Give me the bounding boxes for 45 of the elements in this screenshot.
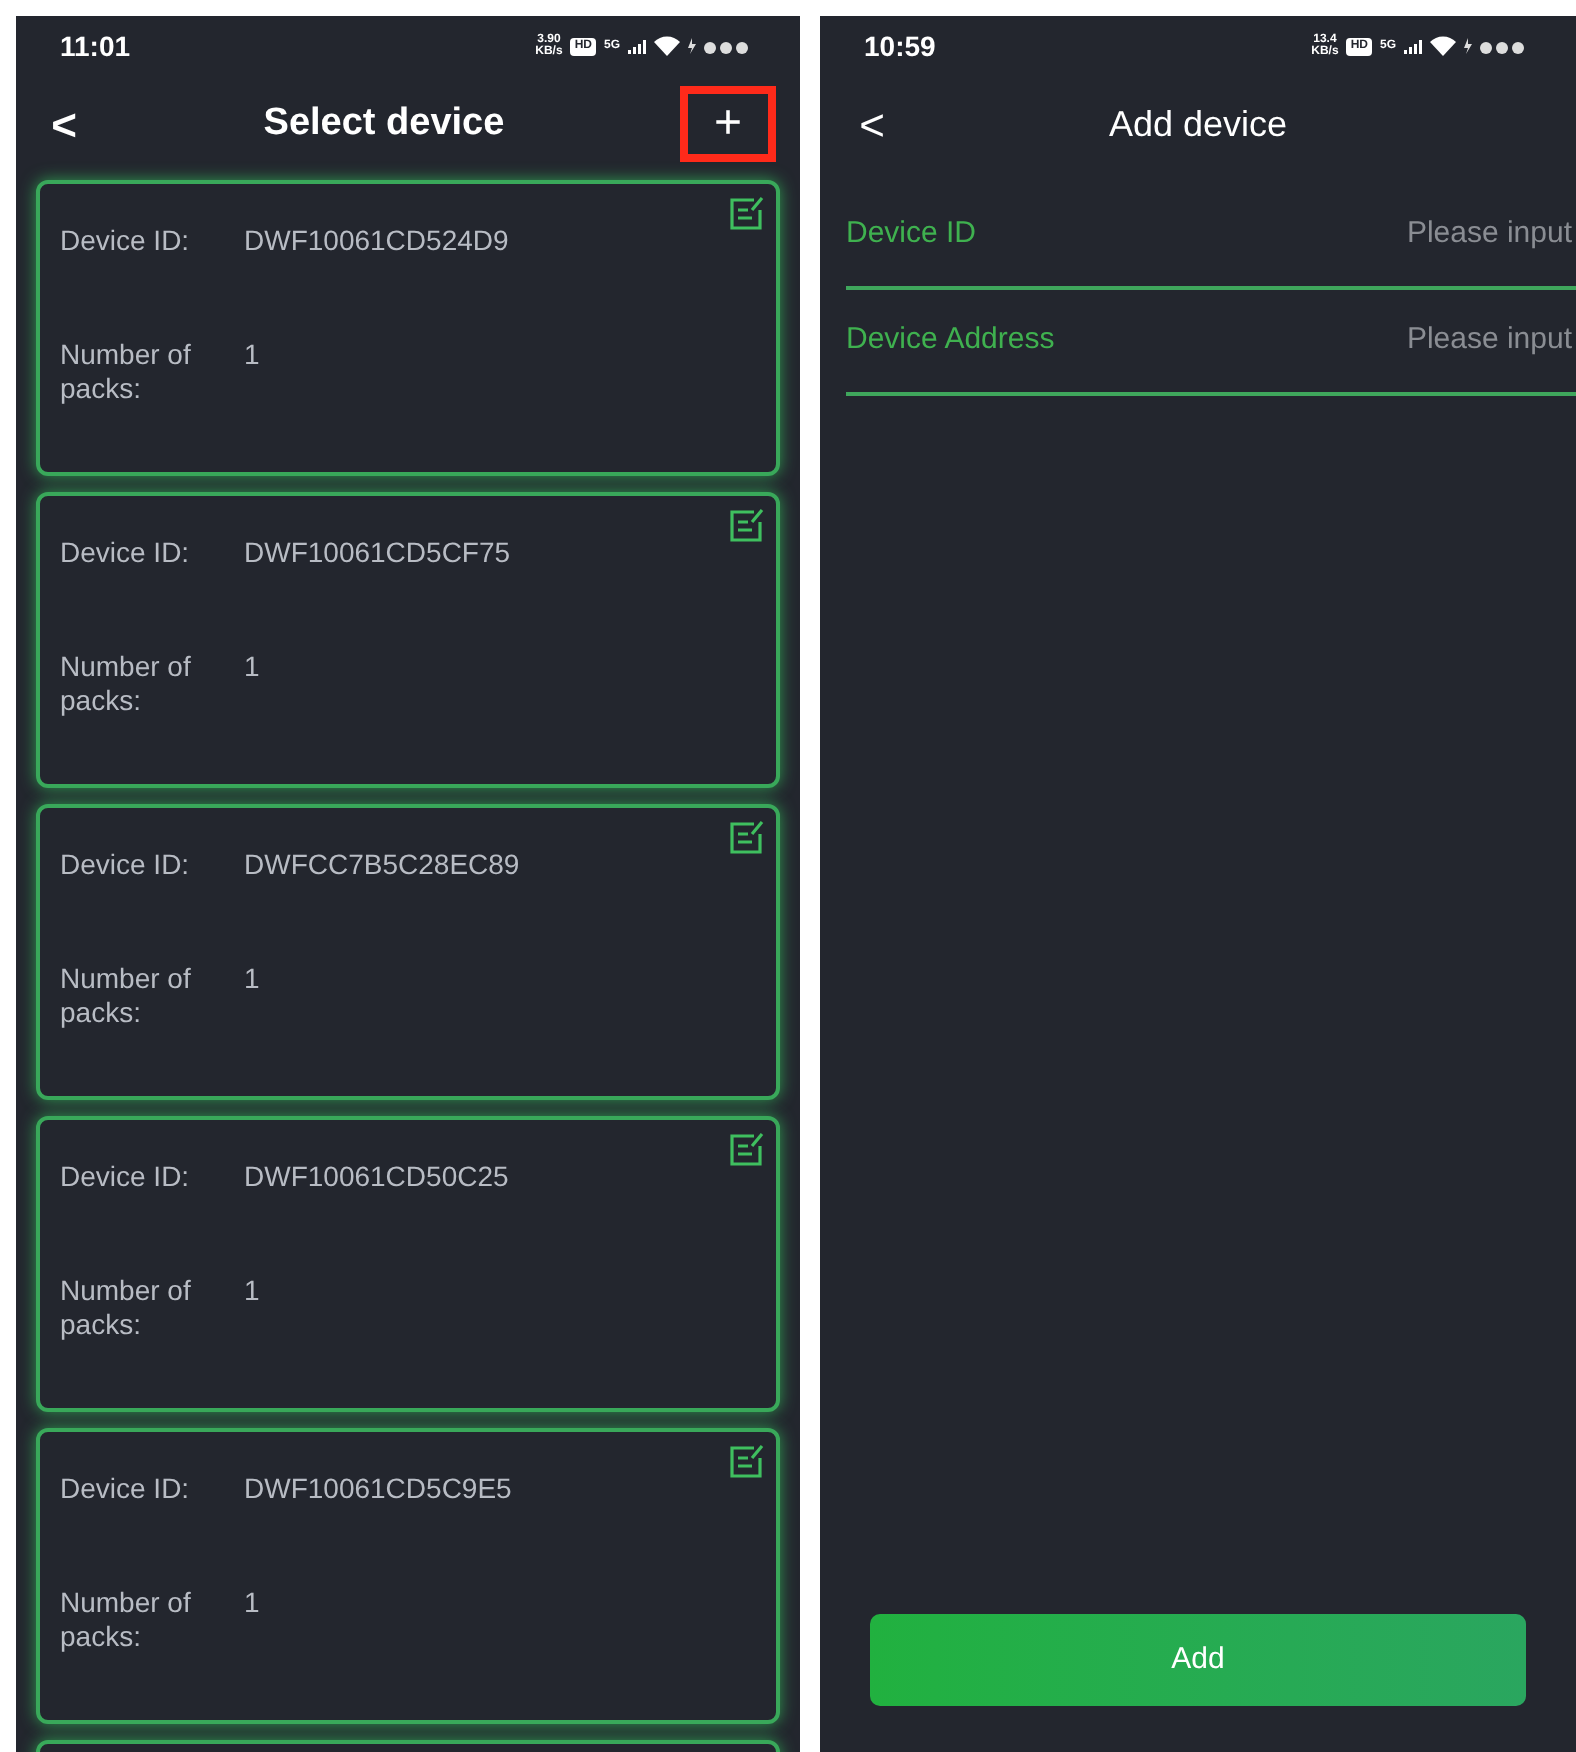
edit-icon[interactable] xyxy=(728,196,764,232)
status-time: 11:01 xyxy=(60,27,131,65)
wifi-icon xyxy=(1430,36,1456,56)
packs-value: 1 xyxy=(244,338,260,374)
packs-label: Number of packs: xyxy=(60,650,193,718)
device-id-label: Device ID: xyxy=(60,1158,192,1196)
device-card[interactable]: Device ID: DWF10061CD5CF75 Number of packs: 1 xyxy=(36,492,780,788)
packs-value: 1 xyxy=(244,650,260,686)
wifi-icon xyxy=(654,36,680,56)
back-button[interactable]: < xyxy=(848,91,896,157)
field-label: Device Address xyxy=(846,320,1055,361)
packs-value: 1 xyxy=(244,1274,260,1310)
status-time: 10:59 xyxy=(864,27,936,65)
back-button[interactable]: < xyxy=(40,91,88,157)
packs-value: 1 xyxy=(244,1586,260,1622)
packs-value: 1 xyxy=(244,962,260,998)
edit-icon[interactable] xyxy=(728,1444,764,1480)
device-id-label: Device ID: xyxy=(60,222,192,260)
edit-icon[interactable] xyxy=(728,508,764,544)
signal-icon xyxy=(628,39,646,53)
screen-title: Add device xyxy=(1106,101,1290,147)
device-card[interactable]: Device ID: DWFCC7B5C28EC89 Number of packs: 1 xyxy=(36,804,780,1100)
device-id-label: Device ID: xyxy=(60,534,192,572)
input-field[interactable]: Please input xyxy=(1376,212,1576,258)
device-id-value: DWF10061CD5CF75 xyxy=(244,534,511,572)
packs-label: Number of packs: xyxy=(60,1586,193,1654)
packs-label: Number of packs: xyxy=(60,338,193,406)
device-id-value: DWF10061CD524D9 xyxy=(244,222,509,260)
edit-icon[interactable] xyxy=(728,1132,764,1168)
signal-icon xyxy=(1404,39,1422,53)
device-id-label: Device ID: xyxy=(60,846,192,884)
device-card[interactable]: Device ID: DWF10061CD524D9 Number of packs: 1 xyxy=(36,180,780,476)
device-id-value: DWF10061CD50C25 xyxy=(244,1158,509,1196)
input-field[interactable]: Please input xyxy=(1376,318,1576,364)
device-card[interactable]: Device ID: DWF10061CD50C25 Number of packs: 1 xyxy=(36,1116,780,1412)
device-card[interactable]: Device ID: DWF10061CD5C9E5 Number of packs: 1 xyxy=(36,1428,780,1724)
device-id-value: DWF10061CD5C9E5 xyxy=(244,1470,512,1508)
packs-label: Number of packs: xyxy=(60,962,193,1030)
packs-label: Number of packs: xyxy=(60,1274,193,1342)
screen-title: Select device xyxy=(263,99,505,148)
field-label: Device ID xyxy=(846,214,977,255)
device-id-label: Device ID: xyxy=(60,1470,192,1508)
device-id-value: DWFCC7B5C28EC89 xyxy=(244,846,520,884)
add-button[interactable]: + xyxy=(679,86,776,162)
edit-icon[interactable] xyxy=(728,820,764,856)
